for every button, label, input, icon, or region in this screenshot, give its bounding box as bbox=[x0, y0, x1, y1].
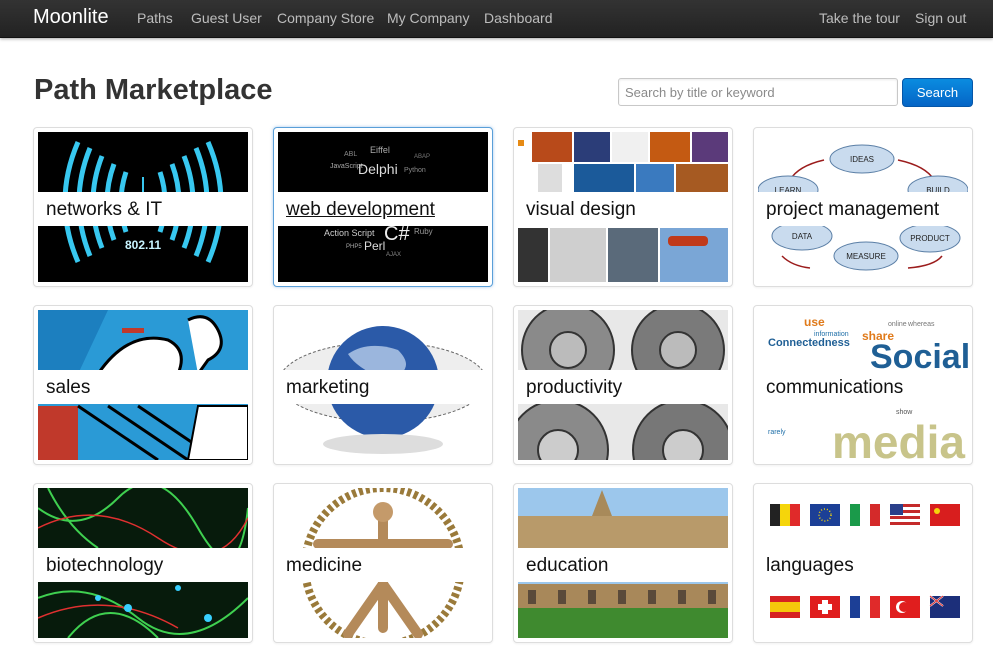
svg-text:IDEAS: IDEAS bbox=[850, 155, 874, 164]
path-card-label: biotechnology bbox=[46, 555, 164, 576]
svg-text:ABAP: ABAP bbox=[414, 154, 430, 160]
path-card-label: project management bbox=[766, 199, 940, 220]
path-card-languages[interactable]: languages bbox=[753, 483, 973, 643]
path-card-label: marketing bbox=[286, 377, 370, 398]
svg-text:MEASURE: MEASURE bbox=[846, 252, 886, 261]
svg-text:DATA: DATA bbox=[792, 232, 813, 241]
nav-dashboard[interactable]: Dashboard bbox=[484, 10, 553, 26]
svg-text:use: use bbox=[804, 315, 825, 329]
path-card-productivity[interactable]: productivity bbox=[513, 305, 733, 465]
svg-text:Python: Python bbox=[404, 167, 426, 174]
svg-text:Delphi: Delphi bbox=[358, 161, 398, 177]
path-card-label: medicine bbox=[286, 555, 363, 576]
brand-logo[interactable]: Moonlite bbox=[33, 6, 109, 29]
path-card-project-management[interactable]: IDEAS LEARN BUILD DATA PRODUCT MEASURE p… bbox=[753, 127, 973, 287]
path-card-medicine[interactable]: medicine bbox=[273, 483, 493, 643]
nav-take-the-tour[interactable]: Take the tour bbox=[819, 10, 900, 26]
path-card-education[interactable]: education bbox=[513, 483, 733, 643]
page-title: Path Marketplace bbox=[34, 74, 273, 106]
path-card-label: communications bbox=[766, 377, 904, 398]
svg-text:C#: C# bbox=[384, 223, 410, 245]
svg-text:Action Script: Action Script bbox=[324, 228, 375, 238]
path-card-networks-it[interactable]: 802.11 networks & IT bbox=[33, 127, 253, 287]
path-card-label: web development bbox=[286, 199, 435, 220]
svg-text:Eiffel: Eiffel bbox=[370, 145, 390, 155]
path-card-visual-design[interactable]: visual design bbox=[513, 127, 733, 287]
nav-paths[interactable]: Paths bbox=[137, 10, 173, 26]
svg-text:online: online bbox=[888, 321, 907, 328]
path-card-sales[interactable]: sales bbox=[33, 305, 253, 465]
path-card-label: visual design bbox=[526, 199, 636, 220]
svg-text:ABL: ABL bbox=[344, 151, 357, 158]
svg-text:rarely: rarely bbox=[768, 429, 786, 436]
svg-text:AJAX: AJAX bbox=[386, 252, 401, 258]
path-card-biotechnology[interactable]: biotechnology bbox=[33, 483, 253, 643]
svg-text:Perl: Perl bbox=[364, 239, 385, 253]
search-button[interactable]: Search bbox=[902, 78, 973, 107]
nav-company-store[interactable]: Company Store bbox=[277, 10, 374, 26]
svg-text:whereas: whereas bbox=[907, 321, 935, 328]
svg-text:media: media bbox=[832, 416, 965, 460]
search-input[interactable] bbox=[618, 78, 898, 106]
path-card-label: languages bbox=[766, 555, 854, 576]
svg-text:802.11: 802.11 bbox=[125, 238, 161, 252]
svg-text:PRODUCT: PRODUCT bbox=[910, 234, 950, 243]
nav-sign-out[interactable]: Sign out bbox=[915, 10, 966, 26]
path-card-label: networks & IT bbox=[46, 199, 163, 220]
path-card-label: productivity bbox=[526, 377, 623, 398]
nav-guest-user[interactable]: Guest User bbox=[191, 10, 262, 26]
path-card-label: education bbox=[526, 555, 609, 576]
nav-my-company[interactable]: My Company bbox=[387, 10, 469, 26]
path-card-label: sales bbox=[46, 377, 91, 398]
path-card-web-development[interactable]: ABL Eiffel ABAP JavaScript Delphi Python… bbox=[273, 127, 493, 287]
svg-text:PHP5: PHP5 bbox=[346, 244, 362, 250]
path-card-communications[interactable]: use information online whereas share Soc… bbox=[753, 305, 973, 465]
path-card-marketing[interactable]: marketing bbox=[273, 305, 493, 465]
svg-text:Ruby: Ruby bbox=[414, 227, 433, 236]
svg-text:Connectedness: Connectedness bbox=[768, 337, 850, 349]
top-navbar: Moonlite Paths Guest User Company Store … bbox=[0, 0, 993, 38]
svg-text:show: show bbox=[896, 409, 913, 416]
